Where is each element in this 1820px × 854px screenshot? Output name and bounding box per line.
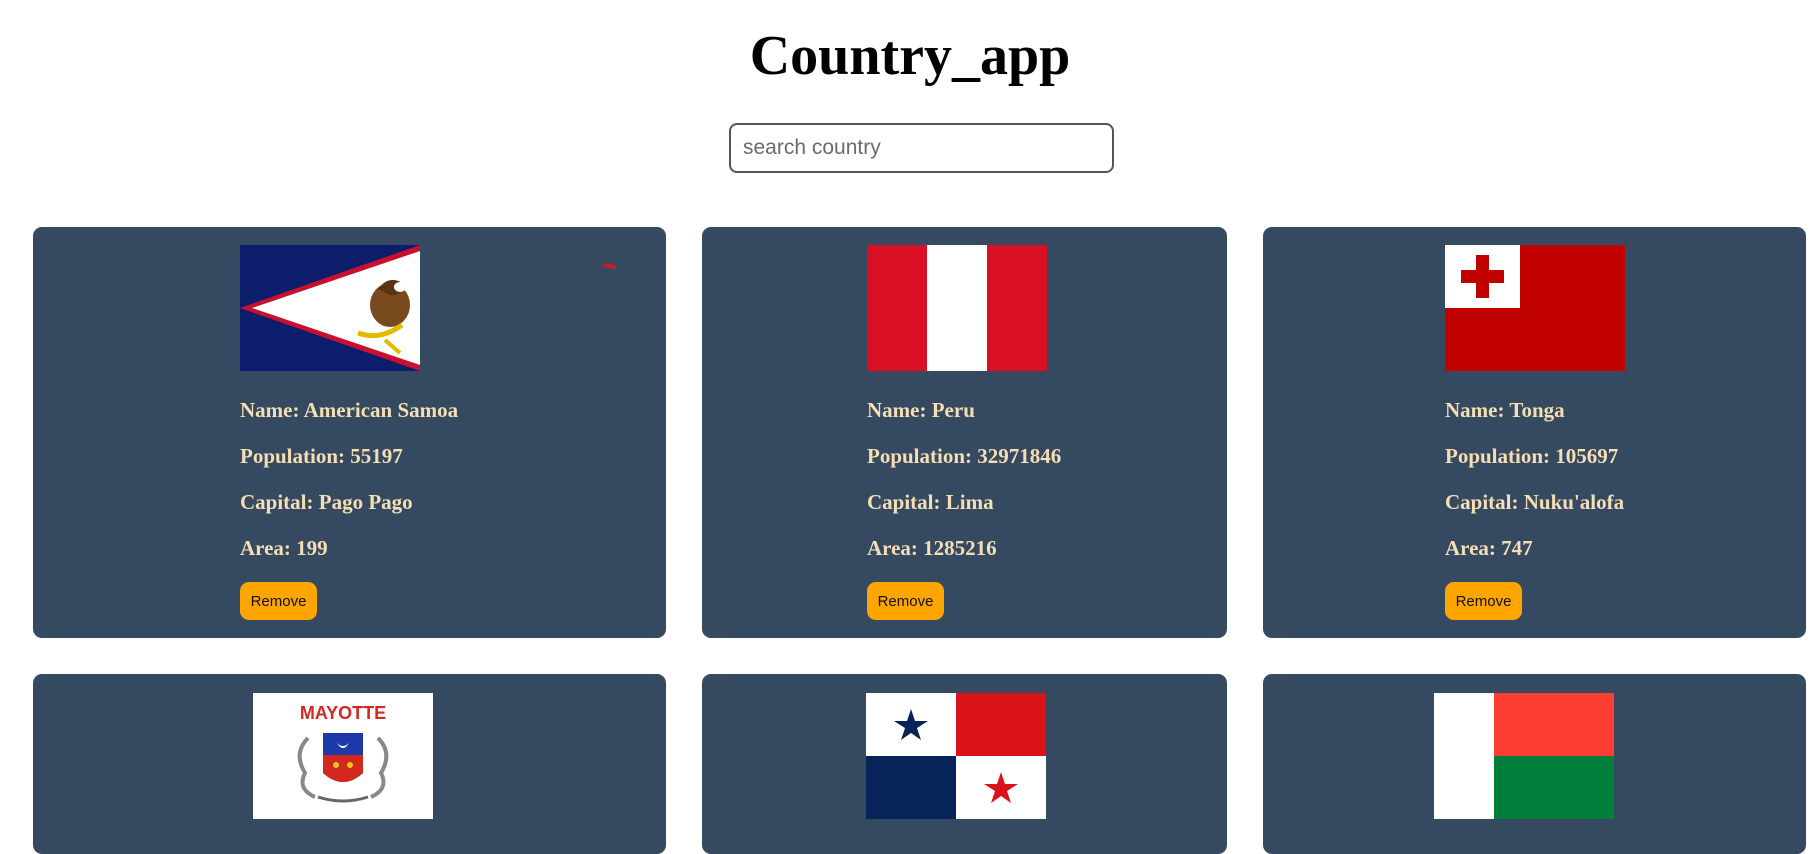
search-input[interactable]	[729, 123, 1114, 173]
name-row: Name: Tonga	[1445, 398, 1565, 422]
peru-flag-icon	[867, 245, 1047, 371]
remove-button[interactable]: Remove	[867, 582, 944, 620]
area-row: Area: 747	[1445, 536, 1533, 560]
area-row: Area: 1285216	[867, 536, 997, 560]
panama-flag-icon	[866, 693, 1046, 819]
remove-button[interactable]: Remove	[240, 582, 317, 620]
remove-button[interactable]: Remove	[1445, 582, 1522, 620]
name-row: Name: American Samoa	[240, 398, 459, 422]
capital-row: Capital: Nuku'alofa	[1445, 490, 1625, 514]
capital-row: Capital: Pago Pago	[240, 490, 413, 514]
page-title: Country_app	[749, 25, 1071, 87]
country-info: Name: Peru Population: 32971846 Capital:…	[867, 398, 1061, 582]
mayotte-flag-icon: MAYOTTE	[253, 693, 433, 819]
flag-image	[1434, 693, 1614, 819]
population-row: Population: 105697	[1445, 444, 1619, 468]
capital-row: Capital: Lima	[867, 490, 994, 514]
country-info: Name: American Samoa Population: 55197 C…	[240, 398, 458, 582]
population-row: Population: 55197	[240, 444, 403, 468]
flag-image	[866, 693, 1046, 819]
name-row: Name: Peru	[867, 398, 975, 422]
area-row: Area: 199	[240, 536, 328, 560]
svg-text:MAYOTTE: MAYOTTE	[300, 703, 386, 723]
flag-image	[1445, 245, 1625, 371]
flag-image	[867, 245, 1047, 371]
madagascar-flag-icon	[1434, 693, 1614, 819]
tonga-flag-icon	[1445, 245, 1625, 371]
american-samoa-flag-icon	[240, 245, 420, 371]
country-info: Name: Tonga Population: 105697 Capital: …	[1445, 398, 1624, 582]
flag-image	[240, 245, 420, 371]
population-row: Population: 32971846	[867, 444, 1062, 468]
flag-image: MAYOTTE	[253, 693, 433, 819]
